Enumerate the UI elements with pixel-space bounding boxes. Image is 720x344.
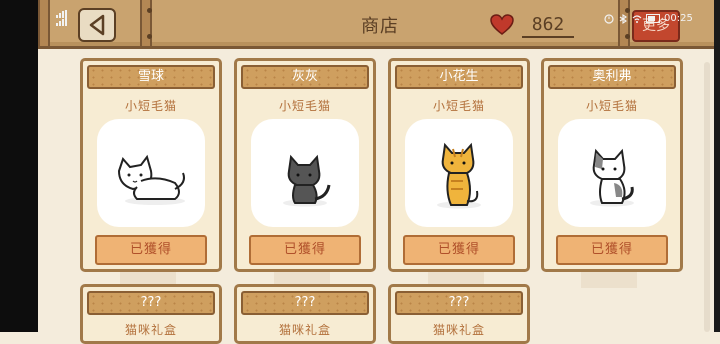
cat-name: 灰灰	[241, 65, 369, 89]
cat-portrait	[558, 119, 666, 227]
wood-post-mid-left	[140, 0, 152, 46]
cat-card[interactable]: 奥利弗 小短毛猫 已獲得	[541, 58, 683, 272]
locked-cat-card[interactable]: ??? 猫咪礼盒	[80, 284, 222, 344]
cat-name: 奥利弗	[548, 65, 676, 89]
heart-icon	[490, 14, 514, 40]
status-bar-right: 00:25	[604, 13, 693, 24]
bolt-icon	[147, 34, 152, 39]
cat-portrait	[251, 119, 359, 227]
cat-portrait	[97, 119, 205, 227]
orange-tabby-cat-icon	[437, 142, 481, 209]
wifi-icon	[632, 14, 642, 23]
white-cat-icon	[117, 154, 185, 205]
acquired-button[interactable]: 已獲得	[403, 235, 515, 265]
locked-cat-name: ???	[87, 291, 215, 315]
card-shadow	[581, 272, 637, 288]
locked-cat-card[interactable]: ??? 猫咪礼盒	[234, 284, 376, 344]
battery-icon	[646, 14, 660, 23]
signal-icon	[56, 18, 67, 26]
cat-portrait	[405, 119, 513, 227]
cat-breed: 小短毛猫	[432, 99, 485, 113]
cat-name: 小花生	[395, 65, 523, 89]
cat-breed: 小短毛猫	[124, 99, 177, 113]
locked-cat-category: 猫咪礼盒	[432, 323, 485, 337]
back-arrow-icon	[89, 14, 105, 36]
alarm-icon	[604, 13, 614, 24]
locked-cat-card[interactable]: ??? 猫咪礼盒	[388, 284, 530, 344]
bluetooth-icon	[619, 13, 627, 24]
cat-breed: 小短毛猫	[278, 99, 331, 113]
acquired-button[interactable]: 已獲得	[95, 235, 207, 265]
page-title: 商店	[361, 16, 399, 37]
locked-cat-category: 猫咪礼盒	[278, 323, 331, 337]
locked-cat-name: ???	[241, 291, 369, 315]
cat-card[interactable]: 灰灰 小短毛猫 已獲得	[234, 58, 376, 272]
cat-card[interactable]: 雪球 小短毛猫 已獲得	[80, 58, 222, 272]
cat-card[interactable]: 小花生 小短毛猫 已獲得	[388, 58, 530, 272]
clock-time: 00:25	[664, 13, 693, 24]
scrollbar[interactable]	[704, 62, 710, 332]
locked-cat-category: 猫咪礼盒	[124, 323, 177, 337]
hearts-count: 862	[522, 14, 574, 38]
cat-name: 雪球	[87, 65, 215, 89]
wood-post-left	[38, 0, 50, 46]
signal-icon	[56, 10, 67, 18]
cat-breed: 小短毛猫	[585, 99, 638, 113]
acquired-button[interactable]: 已獲得	[249, 235, 361, 265]
status-bar-left	[56, 10, 74, 26]
screen-edge-right	[714, 0, 720, 332]
screen-edge-left	[0, 0, 38, 332]
gray-cat-icon	[283, 154, 331, 207]
locked-cat-name: ???	[395, 291, 523, 315]
bolt-icon	[147, 8, 152, 13]
back-button[interactable]	[78, 8, 116, 42]
bolt-icon	[625, 34, 630, 39]
calico-cat-icon	[590, 148, 634, 207]
acquired-button[interactable]: 已獲得	[556, 235, 668, 265]
